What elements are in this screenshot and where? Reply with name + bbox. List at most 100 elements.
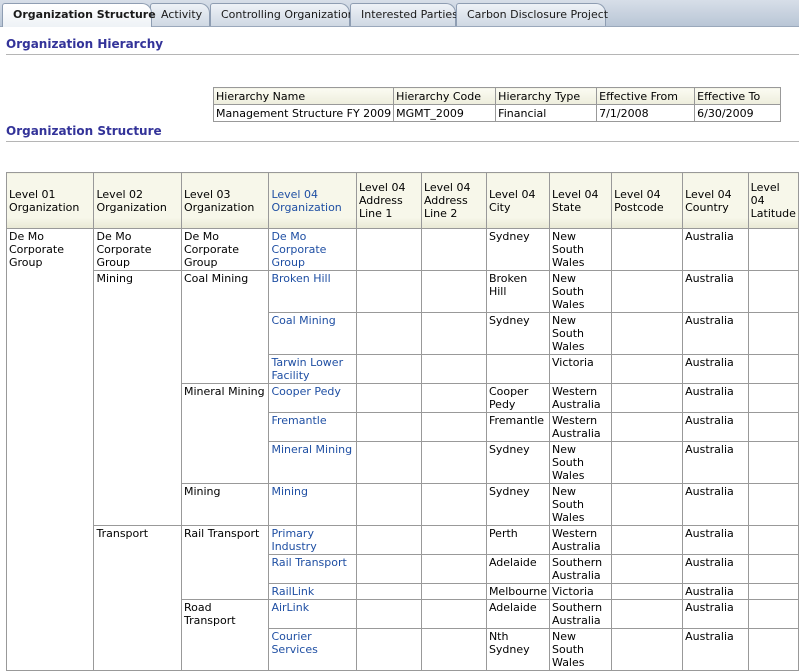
addr2-cell (420, 525, 487, 555)
tab-carbon-disclosure-project[interactable]: Carbon Disclosure Project (456, 3, 608, 26)
level04-org-link[interactable]: Cooper Pedy (271, 385, 340, 398)
level03-cell: Rail Transport (180, 525, 270, 600)
city-cell: Adelaide (485, 554, 551, 584)
level02-cell: Mining (93, 270, 182, 526)
state-cell: Western Australia (549, 525, 613, 555)
level04-org-link[interactable]: De Mo Corporate Group (271, 230, 326, 269)
postcode-cell (611, 270, 684, 313)
level02-cell: De Mo Corporate Group (93, 228, 182, 271)
hierarchy-section-title: Organization Hierarchy (6, 37, 164, 51)
organization-structure-table: Level 01 Organization Level 02 Organizat… (5, 172, 799, 671)
level04-org-link[interactable]: RailLink (271, 585, 314, 598)
level04-org-link[interactable]: Rail Transport (271, 556, 346, 569)
level04-org-link[interactable]: Broken Hill (271, 272, 330, 285)
postcode-cell (611, 583, 684, 600)
addr2-cell (420, 228, 487, 271)
country-cell: Australia (682, 441, 749, 484)
effective-from: 7/1/2008 (596, 104, 696, 122)
addr2-cell (420, 599, 487, 629)
col-header-level03: Level 03 Organization (180, 172, 270, 229)
col-header-level04[interactable]: Level 04 Organization (268, 172, 357, 229)
state-cell: Southern Australia (549, 599, 613, 629)
addr1-cell (355, 412, 422, 442)
level04-cell: De Mo Corporate Group (268, 228, 357, 271)
city-cell: Sydney (485, 483, 551, 526)
table-row: Transport Rail Transport Primary Industry P… (7, 525, 799, 671)
level04-org-link[interactable]: Coal Mining (271, 314, 335, 327)
country-cell: Australia (682, 383, 749, 413)
postcode-cell (611, 412, 684, 442)
col-header: Hierarchy Type (495, 87, 598, 105)
col-header-state: Level 04 State (549, 172, 613, 229)
level03-cell: Mining (180, 483, 270, 526)
addr1-cell (355, 228, 422, 271)
lat-cell (747, 228, 799, 271)
level04-cell: Mining (268, 483, 357, 526)
postcode-cell (611, 312, 684, 355)
col-header-level01: Level 01 Organization (5, 172, 95, 229)
col-header-level02: Level 02 Organization (93, 172, 182, 229)
postcode-cell (611, 228, 684, 271)
col-header: Hierarchy Code (393, 87, 497, 105)
addr1-cell (355, 312, 422, 355)
tab-interested-parties[interactable]: Interested Parties (350, 3, 458, 26)
level03-cell: De Mo Corporate Group (180, 228, 270, 271)
city-cell: Sydney (485, 228, 551, 271)
postcode-cell (611, 554, 684, 584)
level04-cell: AirLink (268, 599, 357, 629)
state-cell: Victoria (549, 354, 613, 384)
lat-cell (747, 383, 799, 413)
hierarchy-row: Management Structure FY 2009 MGMT_2009 F… (212, 104, 782, 122)
city-cell (485, 354, 551, 384)
level04-org-link[interactable]: AirLink (271, 601, 309, 614)
addr2-cell (420, 628, 487, 671)
tab-controlling-organizations[interactable]: Controlling Organizations (210, 3, 360, 26)
addr2-cell (420, 441, 487, 484)
country-cell: Australia (682, 270, 749, 313)
addr1-cell (355, 628, 422, 671)
city-cell: Melbourne (485, 583, 551, 600)
level04-org-link[interactable]: Mineral Mining (271, 443, 352, 456)
lat-cell (747, 354, 799, 384)
city-cell: Sydney (485, 312, 551, 355)
level04-org-link[interactable]: Mining (271, 485, 308, 498)
addr2-cell (420, 412, 487, 442)
hierarchy-type: Financial (495, 104, 598, 122)
tab-organization-structure[interactable]: Organization Structure (2, 3, 156, 27)
country-cell: Australia (682, 228, 749, 271)
divider (6, 54, 799, 55)
hierarchy-header-row: Hierarchy Name Hierarchy Code Hierarchy … (212, 87, 782, 105)
col-header-latitude: Level 04 Latitude (747, 172, 799, 229)
city-cell: Broken Hill (485, 270, 551, 313)
postcode-cell (611, 525, 684, 555)
col-header-city: Level 04 City (485, 172, 551, 229)
postcode-cell (611, 628, 684, 671)
country-cell: Australia (682, 599, 749, 629)
city-cell: Fremantle (485, 412, 551, 442)
level04-org-link[interactable]: Tarwin Lower Facility (271, 356, 343, 382)
lat-cell (747, 412, 799, 442)
level04-org-link[interactable]: Fremantle (271, 414, 326, 427)
tab-bar: Organization Structure Activity Controll… (0, 0, 799, 27)
addr2-cell (420, 483, 487, 526)
addr1-cell (355, 441, 422, 484)
level04-cell: Primary Industry (268, 525, 357, 555)
addr2-cell (420, 354, 487, 384)
col-header-address1: Level 04 Address Line 1 (355, 172, 422, 229)
addr1-cell (355, 554, 422, 584)
level04-org-link[interactable]: Primary Industry (271, 527, 316, 553)
level04-org-link[interactable]: Courier Services (271, 630, 317, 656)
level03-cell: Coal Mining (180, 270, 270, 384)
addr1-cell (355, 599, 422, 629)
lat-cell (747, 441, 799, 484)
lat-cell (747, 583, 799, 600)
state-cell: New South Wales (549, 628, 613, 671)
country-cell: Australia (682, 525, 749, 555)
level04-cell: Cooper Pedy (268, 383, 357, 413)
city-cell: Perth (485, 525, 551, 555)
postcode-cell (611, 483, 684, 526)
tab-activity[interactable]: Activity (150, 3, 210, 26)
city-cell: Sydney (485, 441, 551, 484)
level04-cell: RailLink (268, 583, 357, 600)
addr2-cell (420, 270, 487, 313)
